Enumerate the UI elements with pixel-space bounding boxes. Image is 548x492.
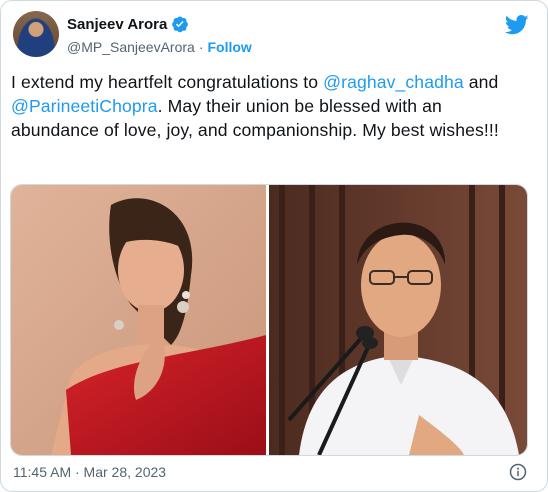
separator-dot: ·	[198, 39, 204, 55]
handle-row: @MP_SanjeevArora · Follow	[67, 39, 252, 55]
tweet-timestamp[interactable]: 11:45 AM · Mar 28, 2023	[13, 464, 166, 480]
follow-button[interactable]: Follow	[208, 39, 252, 55]
verified-badge-icon	[172, 16, 189, 33]
tweet-card: Sanjeev Arora @MP_SanjeevArora · Follow …	[0, 0, 548, 492]
tweet-media[interactable]	[10, 184, 528, 456]
author-avatar[interactable]	[13, 11, 59, 57]
twitter-bird-icon[interactable]	[505, 15, 529, 35]
tweet-text-part: and	[463, 72, 499, 92]
photo-woman-red-saree[interactable]	[11, 185, 266, 455]
photo-man-microphone[interactable]	[269, 185, 527, 455]
tweet-text: I extend my heartfelt congratulations to…	[11, 70, 531, 142]
info-icon[interactable]	[509, 463, 527, 481]
mention-link[interactable]: @ParineetiChopra	[11, 96, 158, 116]
author-handle[interactable]: @MP_SanjeevArora	[67, 39, 195, 55]
mention-link[interactable]: @raghav_chadha	[323, 72, 464, 92]
tweet-text-part: I extend my heartfelt congratulations to	[11, 72, 324, 92]
author-name[interactable]: Sanjeev Arora	[67, 16, 167, 33]
author-name-row: Sanjeev Arora	[67, 13, 189, 35]
